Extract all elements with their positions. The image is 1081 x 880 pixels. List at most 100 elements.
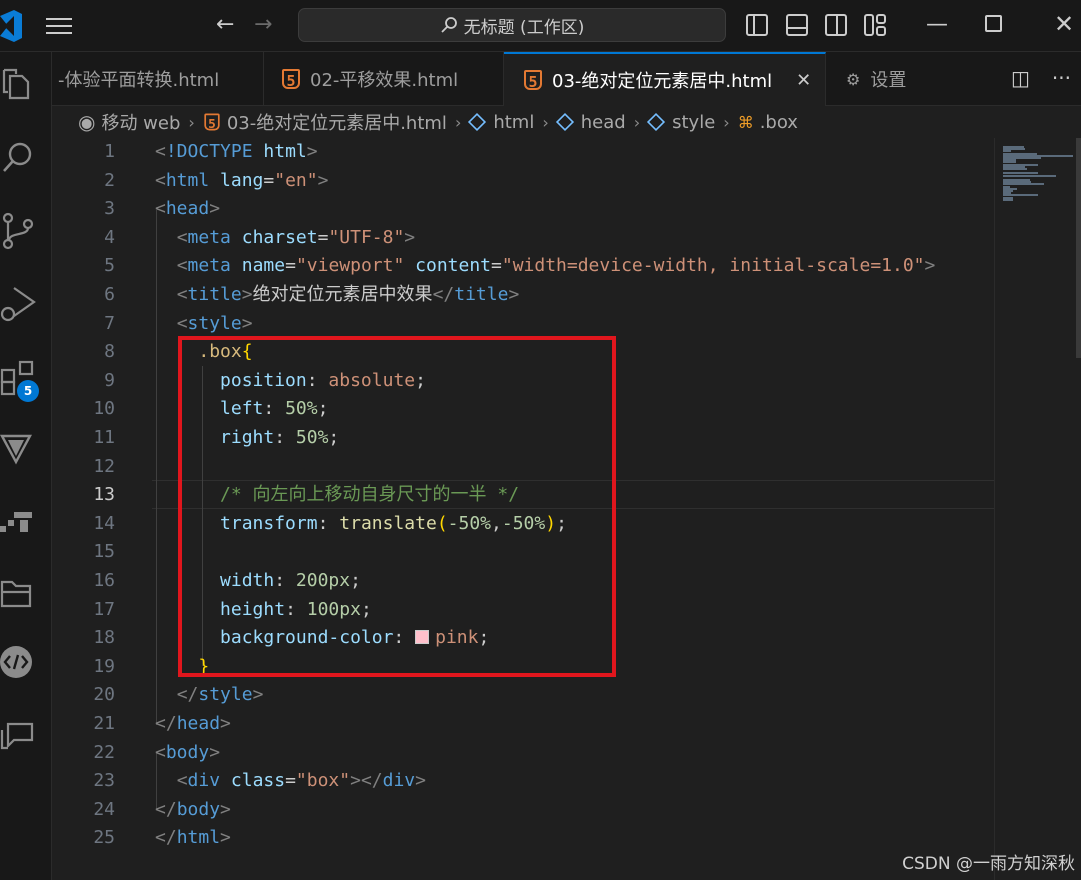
code-line[interactable]: 4 <meta charset="UTF-8"> — [52, 224, 994, 253]
code-token: body — [176, 798, 221, 820]
code-token: > — [209, 198, 221, 220]
code-token: > — [404, 226, 416, 248]
breadcrumb-item[interactable]: style — [672, 112, 715, 133]
code-token: body — [165, 741, 210, 763]
forward-arrow-icon[interactable]: → — [254, 12, 272, 37]
code-text: </head> — [155, 710, 231, 739]
code-token: > — [220, 827, 231, 849]
element-cube-icon — [647, 112, 666, 132]
code-token: > — [241, 284, 253, 305]
minimap-line — [1003, 174, 1057, 177]
minimap[interactable] — [994, 138, 1081, 880]
line-number: 9 — [104, 369, 115, 391]
line-number: 23 — [93, 770, 115, 792]
line-number: 14 — [93, 512, 115, 534]
code-line[interactable]: 25 </html> — [52, 824, 994, 853]
explorer-icon[interactable] — [0, 66, 40, 106]
extensions-badge: 5 — [17, 380, 39, 402]
code-text: <meta charset="UTF-8"> — [155, 224, 415, 253]
code-token: lang — [220, 169, 264, 191]
breadcrumb-item[interactable]: head — [581, 112, 626, 133]
tab-label: 设置 — [870, 70, 907, 91]
code-text: </html> — [155, 824, 231, 853]
code-line[interactable]: 24 </body> — [52, 796, 994, 825]
tab-settings[interactable]: ⚙ 设置 — [826, 52, 950, 106]
code-token: "width=device-width, initial-scale=1.0" — [501, 255, 925, 277]
line-number: 18 — [93, 627, 115, 649]
watermark: CSDN @一雨方知深秋 — [902, 854, 1075, 874]
source-control-icon[interactable] — [0, 210, 40, 250]
line-number: 16 — [93, 570, 115, 591]
code-line[interactable]: 5 <meta name="viewport" content="width=d… — [52, 252, 994, 281]
code-line[interactable]: 1 <!DOCTYPE html> — [52, 138, 994, 167]
menu-icon[interactable] — [46, 14, 76, 38]
code-line[interactable]: 6 <title>绝对定位元素居中效果</title> — [52, 281, 994, 310]
code-line[interactable]: 23 <div class="box"></div> — [52, 767, 994, 796]
toggle-primary-sidebar-icon[interactable] — [746, 14, 768, 36]
code-token: = — [491, 255, 502, 277]
breadcrumb-item[interactable]: html — [493, 112, 534, 133]
tab-absolute-center[interactable]: 5 03-绝对定位元素居中.html ✕ — [504, 52, 826, 106]
search-text: 无标题 (工作区) — [463, 17, 585, 38]
code-line[interactable]: 20 </style> — [52, 681, 994, 710]
back-arrow-icon[interactable]: ← — [216, 12, 234, 37]
code-token: > — [415, 770, 426, 792]
toggle-panel-icon[interactable] — [786, 14, 808, 36]
editor-tab-bar: -体验平面转换.html 5 02-平移效果.html 5 03-绝对定位元素居… — [52, 52, 1081, 106]
search-sidebar-icon[interactable] — [0, 138, 40, 178]
code-token: </ — [155, 798, 177, 820]
chevron-right-icon: › — [542, 112, 549, 132]
code-token: > — [508, 284, 520, 305]
line-number: 12 — [93, 455, 115, 477]
toggle-secondary-sidebar-icon[interactable] — [825, 14, 847, 36]
maximize-icon[interactable] — [985, 15, 1002, 32]
code-line[interactable]: 22 <body> — [52, 739, 994, 768]
code-token: > — [317, 169, 329, 191]
breadcrumb-item[interactable]: 移动 web — [101, 109, 180, 135]
tab-translate-effect[interactable]: 5 02-平移效果.html — [264, 52, 504, 106]
minimize-icon[interactable]: — — [926, 12, 948, 37]
line-number: 4 — [104, 226, 115, 248]
code-token: head — [165, 198, 210, 220]
run-debug-icon[interactable] — [0, 284, 40, 324]
vscode-logo-icon — [0, 10, 22, 42]
code-token: </ — [176, 684, 199, 706]
code-line[interactable]: 3 <head> — [52, 195, 994, 224]
code-token: </ — [155, 713, 177, 734]
code-line[interactable]: 2 <html lang="en"> — [52, 167, 994, 196]
highlight-box-annotation — [178, 336, 616, 677]
code-token: title — [187, 284, 242, 305]
project-manager-icon[interactable] — [0, 574, 40, 614]
line-number: 10 — [93, 398, 115, 420]
command-center-search[interactable]: 无标题 (工作区) — [298, 8, 726, 42]
extension-panel-icon[interactable] — [0, 502, 40, 542]
chevron-right-icon: › — [454, 112, 462, 132]
live-share-icon[interactable] — [0, 646, 40, 686]
more-actions-icon[interactable]: ··· — [1052, 66, 1071, 90]
close-window-icon[interactable]: ✕ — [1054, 10, 1074, 38]
code-token: head — [176, 713, 221, 734]
split-editor-icon[interactable]: ◫ — [1011, 66, 1030, 90]
close-tab-icon[interactable]: ✕ — [796, 70, 811, 91]
code-token: = — [263, 169, 275, 191]
code-text: </body> — [155, 796, 231, 825]
code-line[interactable]: 21 </head> — [52, 710, 994, 739]
html5-icon: 5 — [204, 113, 220, 131]
customize-layout-icon[interactable] — [864, 14, 886, 36]
breadcrumb-item[interactable]: .box — [760, 112, 798, 133]
scrollbar-thumb[interactable] — [1076, 138, 1081, 358]
breadcrumb-item[interactable]: 03-绝对定位元素居中.html — [227, 109, 447, 135]
code-token: > — [306, 141, 318, 162]
code-text: <html lang="en"> — [155, 167, 328, 196]
remote-explorer-icon[interactable] — [0, 430, 40, 470]
code-token: !DOCTYPE — [165, 141, 253, 162]
tab-experience-plane-transform[interactable]: -体验平面转换.html — [52, 52, 264, 106]
code-token: = — [285, 255, 296, 277]
code-line[interactable]: 7 <style> — [52, 310, 994, 339]
comments-icon[interactable] — [0, 718, 40, 758]
